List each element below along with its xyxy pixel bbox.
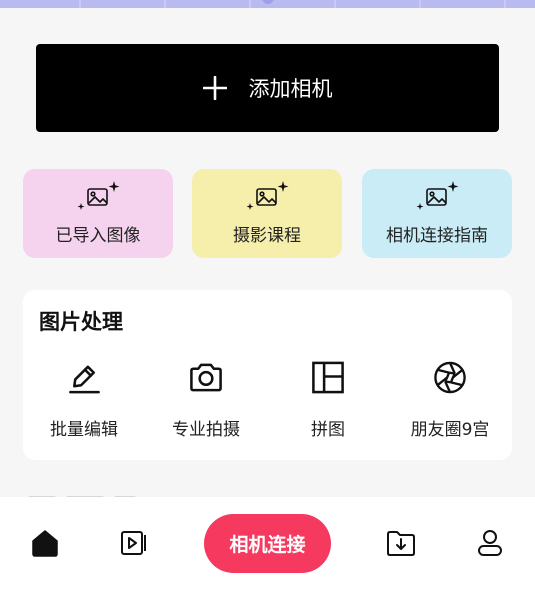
plus-icon xyxy=(202,76,227,100)
user-icon[interactable] xyxy=(475,528,505,558)
video-icon[interactable] xyxy=(119,528,149,558)
top-strip xyxy=(0,0,535,8)
add-camera-label: 添加相机 xyxy=(248,77,333,101)
pencil-icon xyxy=(69,365,100,394)
quick-imported-images[interactable]: 已导入图像 xyxy=(23,169,173,258)
quick-label: 已导入图像 xyxy=(55,226,141,246)
quick-label: 摄影课程 xyxy=(233,226,301,246)
tool-collage[interactable]: 拼图 xyxy=(267,360,389,440)
bottom-navigation: 相机连接 xyxy=(0,497,535,590)
quick-label: 相机连接指南 xyxy=(386,226,488,246)
home-icon[interactable] xyxy=(30,528,60,558)
ruler-ticks xyxy=(79,0,506,8)
image-sparkle-icon xyxy=(77,181,120,210)
tool-pro-shoot[interactable]: 专业拍摄 xyxy=(145,360,267,440)
panel-title: 图片处理 xyxy=(39,310,123,334)
add-camera-button[interactable]: 添加相机 xyxy=(36,44,499,132)
tool-label: 朋友圈9宫 xyxy=(410,420,490,440)
quick-actions: 已导入图像 摄影课程 相机连接指南 xyxy=(23,169,512,258)
tool-label: 专业拍摄 xyxy=(172,420,240,440)
image-processing-panel: 图片处理 批量编辑 专业拍摄 拼图 朋友圈9宫 xyxy=(23,290,512,460)
quick-photo-courses[interactable]: 摄影课程 xyxy=(192,169,342,258)
collage-icon xyxy=(312,361,344,394)
tool-nine-grid[interactable]: 朋友圈9宫 xyxy=(389,360,511,440)
camera-icon xyxy=(190,363,222,392)
tool-label: 批量编辑 xyxy=(50,420,118,440)
image-sparkle-icon xyxy=(246,181,289,210)
folder-download-icon[interactable] xyxy=(386,528,416,558)
image-sparkle-icon xyxy=(416,181,459,210)
aperture-icon xyxy=(434,361,466,394)
quick-connection-guide[interactable]: 相机连接指南 xyxy=(362,169,512,258)
tool-label: 拼图 xyxy=(311,420,345,440)
camera-connect-button[interactable]: 相机连接 xyxy=(204,514,331,573)
tool-batch-edit[interactable]: 批量编辑 xyxy=(23,360,145,440)
